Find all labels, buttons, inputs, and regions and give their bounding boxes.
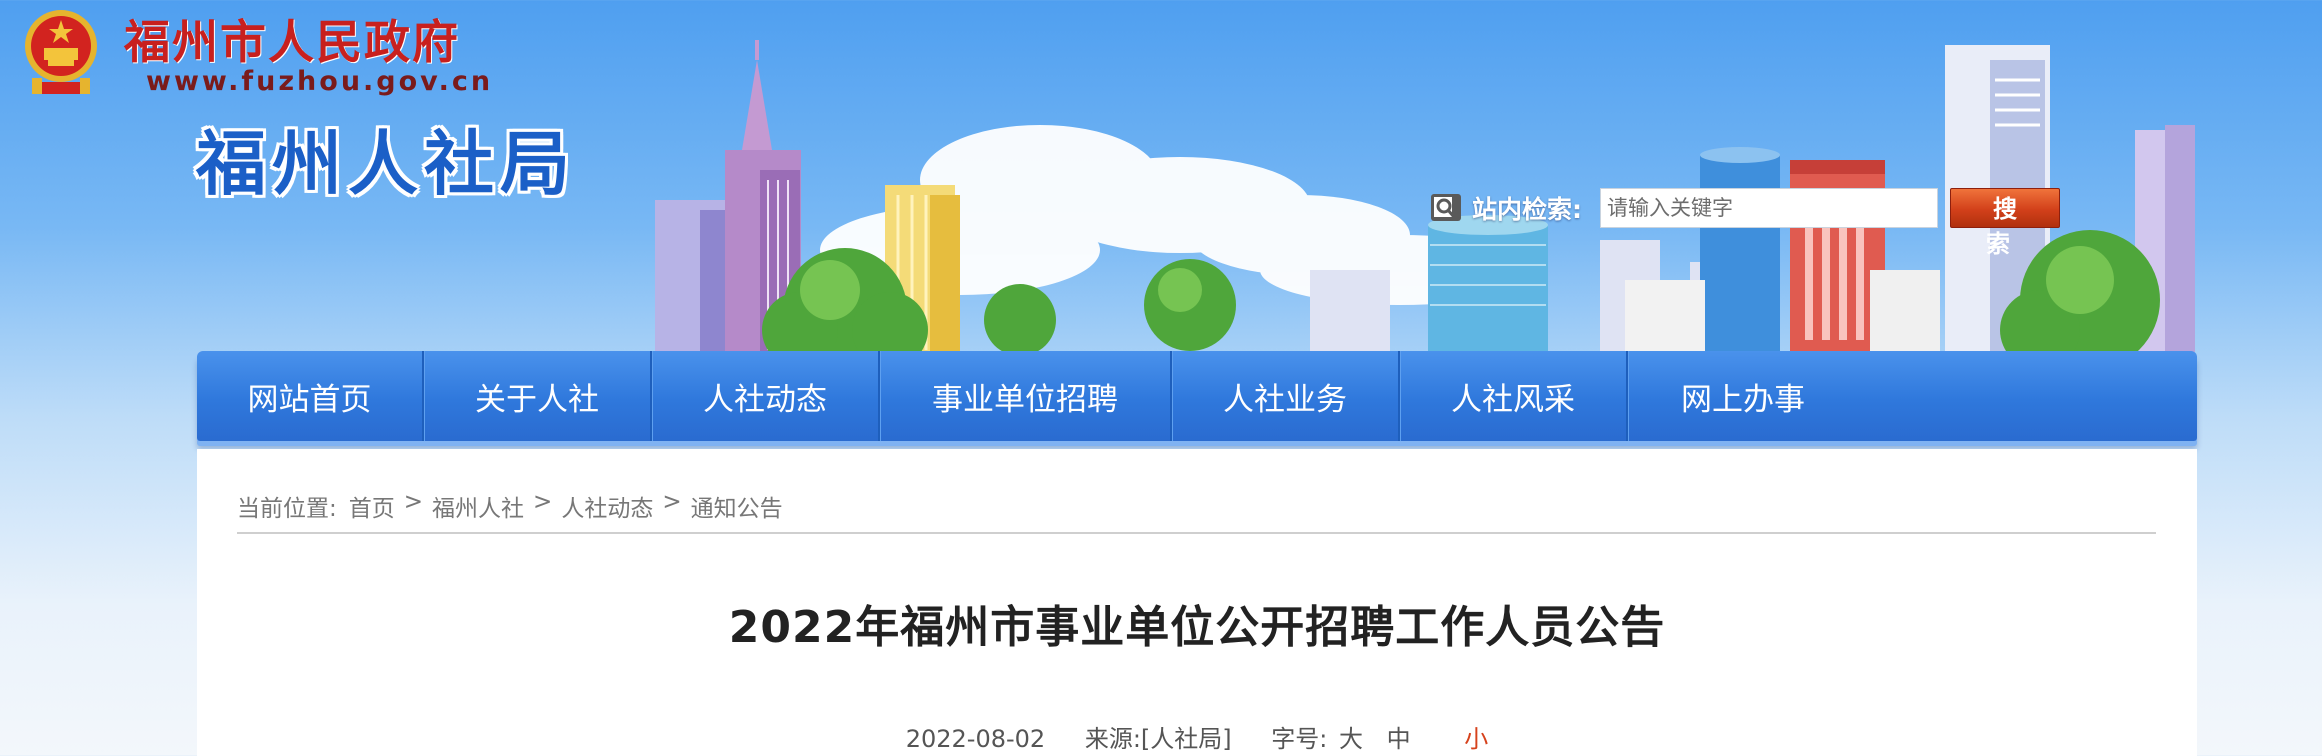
font-size-large[interactable]: 大 (1339, 719, 1363, 754)
article-date: 2022-08-02 (905, 725, 1046, 753)
nav-item-online-services[interactable]: 网上办事 (1628, 351, 1858, 441)
breadcrumb-notices[interactable]: 通知公告 (691, 489, 783, 523)
site-search: 站内检索: 搜 索 (1430, 186, 2060, 258)
font-size-small[interactable]: 小 (1464, 719, 1488, 754)
nav-item-showcase[interactable]: 人社风采 (1400, 351, 1628, 441)
government-url[interactable]: www.fuzhou.gov.cn (146, 66, 493, 97)
national-emblem-icon (25, 10, 97, 94)
nav-item-about[interactable]: 关于人社 (424, 351, 652, 441)
site-header: 福州市人民政府 www.fuzhou.gov.cn 福州人社局 站内检索: 搜 … (0, 0, 2322, 352)
search-label: 站内检索: (1472, 195, 1582, 224)
breadcrumb-separator: > (403, 489, 424, 515)
breadcrumb-news[interactable]: 人社动态 (561, 489, 653, 523)
article-title: 2022年福州市事业单位公开招聘工作人员公告 (728, 602, 1666, 653)
article-container: 当前位置: 首页 > 福州人社 > 人社动态 > 通知公告 2022年福州市事业… (197, 449, 2197, 756)
breadcrumb-separator: > (533, 489, 553, 515)
font-size-medium[interactable]: 中 (1387, 719, 1411, 754)
article-source: 来源:[人社局] (1084, 725, 1232, 753)
article-meta: 2022-08-02 来源:[人社局] 字号: 大 中 小 (197, 719, 2197, 754)
nav-item-news[interactable]: 人社动态 (652, 351, 880, 441)
search-input[interactable] (1600, 188, 1938, 228)
government-name: 福州市人民政府 (124, 15, 460, 69)
breadcrumb-hr[interactable]: 福州人社 (432, 489, 524, 523)
bureau-logo-text[interactable]: 福州人社局 (196, 108, 576, 209)
nav-item-recruitment[interactable]: 事业单位招聘 (880, 351, 1172, 441)
breadcrumb-home[interactable]: 首页 (349, 489, 395, 523)
nav-item-home[interactable]: 网站首页 (197, 351, 424, 441)
breadcrumb-prefix: 当前位置: (237, 496, 337, 522)
main-navigation: 网站首页 关于人社 人社动态 事业单位招聘 人社业务 人社风采 网上办事 (197, 351, 2197, 441)
breadcrumb: 当前位置: 首页 > 福州人社 > 人社动态 > 通知公告 (237, 489, 2156, 534)
search-button[interactable]: 搜 索 (1950, 188, 2060, 258)
breadcrumb-separator: > (662, 489, 682, 515)
font-size-label: 字号: (1271, 725, 1328, 753)
magnifier-icon (1431, 194, 1461, 221)
nav-item-services[interactable]: 人社业务 (1172, 351, 1400, 441)
